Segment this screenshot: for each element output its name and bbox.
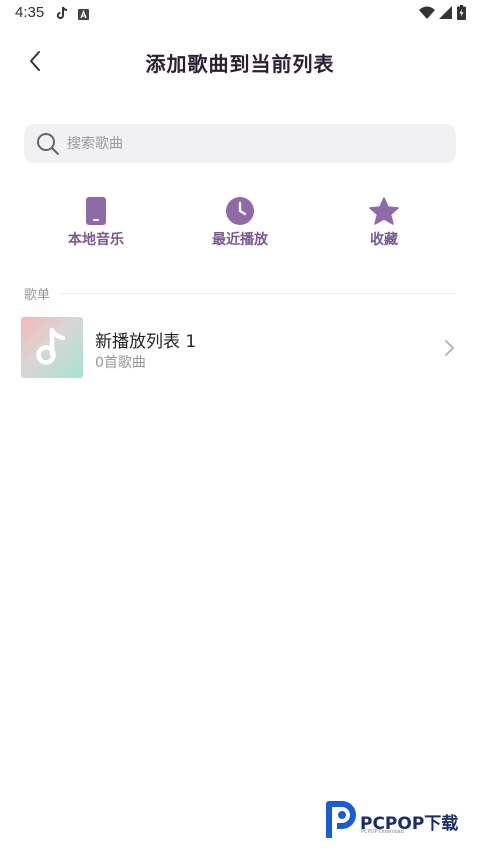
phone-icon [46, 195, 146, 227]
watermark-subtext: PCPOP Download [361, 829, 404, 835]
header: 添加歌曲到当前列表 [0, 36, 480, 88]
shortcut-label: 最近播放 [212, 232, 268, 248]
playlist-item[interactable]: 新播放列表 1 0首歌曲 [21, 317, 461, 379]
section-divider [60, 292, 456, 294]
signal-icon [439, 5, 453, 24]
a-badge-icon [78, 5, 89, 24]
playlist-count: 0首歌曲 [95, 355, 146, 371]
chevron-right-icon [441, 339, 457, 357]
status-bar: 4:35 [0, 0, 480, 28]
search-icon [35, 131, 61, 157]
status-right-icons [419, 5, 466, 24]
shortcut-local-music[interactable]: 本地音乐 [46, 195, 146, 249]
tiktok-icon [56, 5, 68, 24]
music-note-icon [35, 326, 69, 370]
shortcut-label: 本地音乐 [68, 232, 124, 248]
playlist-cover [21, 317, 83, 378]
watermark: PCPOP下载 PCPOP Download [325, 800, 475, 842]
page-title: 添加歌曲到当前列表 [145, 52, 335, 76]
search-input[interactable] [65, 134, 429, 153]
status-time: 4:35 [15, 4, 45, 21]
wifi-icon [419, 5, 435, 24]
playlist-name: 新播放列表 1 [95, 332, 197, 352]
shortcuts: 本地音乐 最近播放 收藏 [0, 195, 480, 255]
section-title: 歌单 [24, 287, 51, 303]
search-box[interactable] [24, 124, 456, 163]
shortcut-recent-play[interactable]: 最近播放 [190, 195, 290, 249]
battery-icon [457, 5, 466, 24]
shortcut-label: 收藏 [370, 232, 398, 248]
shortcut-favorites[interactable]: 收藏 [334, 195, 434, 249]
star-icon [334, 195, 434, 227]
clock-icon [190, 195, 290, 227]
section-header: 歌单 [24, 284, 456, 303]
status-left-icons [56, 5, 89, 24]
